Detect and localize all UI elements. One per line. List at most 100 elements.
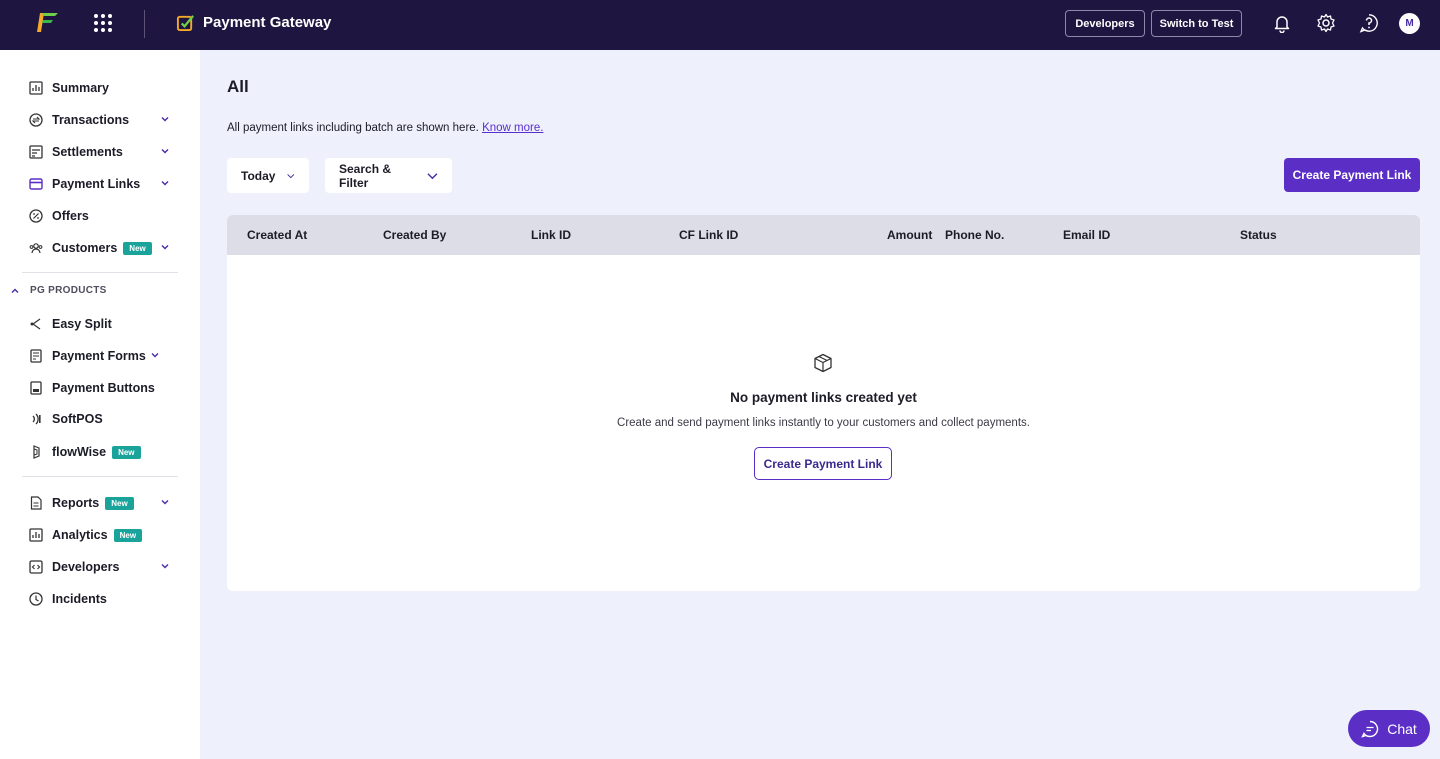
- sidebar-item-label: Developers: [52, 560, 120, 574]
- sidebar-divider: [22, 476, 178, 477]
- sidebar-item-label: Incidents: [52, 592, 107, 606]
- sidebar-item-flowwise[interactable]: flowWise New: [28, 441, 178, 463]
- summary-icon: [28, 80, 44, 96]
- sidebar-item-softpos[interactable]: SoftPOS: [28, 408, 178, 430]
- new-badge: New: [123, 241, 152, 255]
- sidebar-item-label: Offers: [52, 209, 89, 223]
- sidebar-item-label: Payment Links: [52, 177, 141, 191]
- sidebar-divider: [22, 272, 178, 273]
- avatar[interactable]: M: [1399, 13, 1420, 34]
- apps-grid-icon[interactable]: [94, 14, 112, 32]
- sidebar-item-summary[interactable]: Summary: [28, 77, 178, 99]
- new-badge: New: [113, 528, 143, 542]
- bell-icon[interactable]: [1272, 13, 1292, 33]
- sidebar-item-payment-links[interactable]: Payment Links: [28, 173, 178, 195]
- chevron-down-icon: [287, 173, 295, 178]
- sidebar-item-customers[interactable]: Customers New: [28, 237, 178, 259]
- chat-label: Chat: [1387, 720, 1417, 737]
- create-payment-link-button[interactable]: Create Payment Link: [1284, 158, 1420, 192]
- chat-button[interactable]: Chat: [1348, 710, 1430, 747]
- sidebar-item-label: Customers: [52, 241, 118, 255]
- chat-bubble-icon: [1361, 720, 1379, 738]
- column-cf-link-id[interactable]: CF Link ID: [679, 228, 738, 242]
- column-email-id[interactable]: Email ID: [1063, 228, 1110, 242]
- sidebar-item-developers[interactable]: Developers: [28, 556, 178, 578]
- column-phone-no[interactable]: Phone No.: [945, 228, 1004, 242]
- column-created-by[interactable]: Created By: [383, 228, 446, 242]
- sidebar-item-payment-forms[interactable]: Payment Forms: [28, 345, 178, 367]
- payment-gateway-icon: [176, 15, 194, 32]
- settlements-icon: [28, 144, 44, 160]
- sidebar-item-incidents[interactable]: Incidents: [28, 588, 178, 610]
- sidebar-item-label: SoftPOS: [52, 412, 103, 426]
- flowwise-icon: [28, 444, 44, 460]
- sidebar-item-label: Summary: [52, 81, 109, 95]
- column-amount[interactable]: Amount: [887, 228, 932, 242]
- column-created-at[interactable]: Created At: [247, 228, 307, 242]
- product-switcher[interactable]: Payment Gateway: [176, 13, 331, 32]
- analytics-icon: [28, 527, 44, 543]
- sidebar-item-label: Payment Forms: [52, 349, 146, 363]
- column-link-id[interactable]: Link ID: [531, 228, 571, 242]
- date-filter-dropdown[interactable]: Today: [227, 158, 309, 193]
- sidebar-item-label: Payment Buttons: [52, 381, 155, 395]
- transactions-icon: [28, 112, 44, 128]
- chevron-down-icon[interactable]: [160, 146, 170, 156]
- empty-create-payment-link-button[interactable]: Create Payment Link: [754, 447, 892, 480]
- payment-links-icon: [28, 176, 44, 192]
- sidebar-item-settlements[interactable]: Settlements: [28, 141, 178, 163]
- page-subtitle: All payment links including batch are sh…: [227, 122, 543, 134]
- search-filter-label: Search & Filter: [339, 161, 392, 190]
- help-icon[interactable]: [1359, 13, 1379, 33]
- developers-icon: [28, 559, 44, 575]
- new-badge: New: [112, 445, 141, 459]
- date-filter-label: Today: [241, 168, 276, 183]
- sidebar-item-transactions[interactable]: Transactions: [28, 109, 178, 131]
- chevron-down-icon[interactable]: [160, 561, 170, 571]
- developers-button[interactable]: Developers: [1065, 10, 1145, 37]
- chevron-down-icon[interactable]: [160, 497, 170, 507]
- chevron-down-icon[interactable]: [160, 114, 170, 124]
- easy-split-icon: [28, 316, 44, 332]
- header-divider: [144, 10, 145, 38]
- sidebar-item-label: Transactions: [52, 113, 130, 127]
- chevron-down-icon: [427, 172, 438, 179]
- page-title: All: [227, 77, 249, 96]
- sidebar-item-label: Reports: [52, 496, 100, 510]
- empty-box-icon: [814, 353, 832, 373]
- table-empty-state: No payment links created yet Create and …: [227, 255, 1420, 591]
- sidebar: Summary Transactions Settlements Payment…: [0, 50, 200, 759]
- sidebar-item-analytics[interactable]: Analytics New: [28, 524, 178, 546]
- sidebar-item-label: flowWise: [52, 445, 107, 459]
- subtitle-text: All payment links including batch are sh…: [227, 122, 479, 134]
- section-title: PG PRODUCTS: [30, 285, 107, 296]
- sidebar-item-payment-buttons[interactable]: Payment Buttons: [28, 377, 178, 399]
- top-bar: Payment Gateway Developers Switch to Tes…: [0, 0, 1440, 50]
- sidebar-item-label: Easy Split: [52, 317, 112, 331]
- new-badge: New: [105, 496, 134, 510]
- softpos-icon: [28, 411, 44, 427]
- pg-products-section-toggle[interactable]: PG PRODUCTS: [10, 285, 107, 296]
- sidebar-item-offers[interactable]: Offers: [28, 205, 178, 227]
- sidebar-item-reports[interactable]: Reports New: [28, 492, 178, 514]
- column-status[interactable]: Status: [1240, 228, 1277, 242]
- chevron-down-icon[interactable]: [160, 242, 170, 252]
- table-header: Created At Created By Link ID CF Link ID…: [227, 215, 1420, 255]
- sidebar-item-easy-split[interactable]: Easy Split: [28, 313, 178, 335]
- gear-icon[interactable]: [1316, 13, 1336, 33]
- switch-to-test-button[interactable]: Switch to Test: [1151, 10, 1242, 37]
- chevron-down-icon[interactable]: [160, 178, 170, 188]
- empty-state-description: Create and send payment links instantly …: [617, 417, 1030, 429]
- sidebar-item-label: Analytics: [52, 528, 108, 542]
- know-more-link[interactable]: Know more.: [482, 122, 543, 134]
- payment-buttons-icon: [28, 380, 44, 396]
- cashfree-logo[interactable]: [34, 10, 60, 34]
- chevron-down-icon[interactable]: [150, 350, 160, 360]
- chevron-up-icon: [11, 288, 19, 293]
- customers-icon: [28, 240, 44, 256]
- product-name: Payment Gateway: [203, 14, 332, 31]
- search-filter-dropdown[interactable]: Search & Filter: [325, 158, 452, 193]
- incidents-icon: [28, 591, 44, 607]
- offers-icon: [28, 208, 44, 224]
- sidebar-item-label: Settlements: [52, 145, 123, 159]
